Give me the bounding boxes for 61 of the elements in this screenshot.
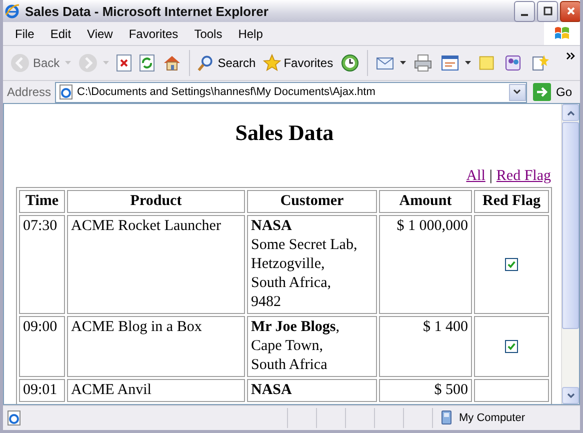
star-icon	[262, 54, 281, 72]
table-cell: $ 500	[379, 379, 472, 402]
table-cell: NASA Some Secret Lab, Hetzogville, South Africa, 9482	[247, 215, 377, 314]
refresh-icon	[138, 54, 155, 72]
table-cell: 09:00	[19, 316, 65, 377]
column-header: Customer	[247, 190, 377, 213]
sticky-note-icon	[478, 54, 496, 72]
minimize-icon	[521, 14, 528, 16]
window-title: Sales Data - Microsoft Internet Explorer	[25, 4, 270, 18]
dropdown-arrow-icon	[465, 61, 472, 65]
menu-item[interactable]: File	[7, 26, 42, 40]
close-icon	[566, 6, 576, 16]
chevron-up-icon	[566, 110, 574, 116]
menu-item[interactable]: Help	[230, 26, 271, 40]
dropdown-button[interactable]	[508, 84, 526, 100]
table-cell: $ 1 000,000	[379, 215, 472, 314]
table-cell: ACME Rocket Launcher	[67, 215, 245, 314]
table-cell: 09:01	[19, 379, 65, 402]
table-cell: 07:30	[19, 215, 65, 314]
stop-icon	[116, 54, 132, 72]
table-cell: ACME Anvil	[67, 379, 245, 402]
address-field[interactable]: C:\Documents and Settings\hannesf\My Documents\Ajax.htm	[55, 82, 527, 102]
page-heading: Sales Data	[234, 120, 335, 146]
security-zone: My Computer	[432, 408, 567, 428]
favorites-button[interactable]: Favorites	[260, 52, 336, 74]
dropdown-arrow-icon	[400, 61, 406, 65]
menu-item[interactable]: Favorites	[120, 26, 186, 40]
dropdown-arrow-icon	[102, 61, 109, 65]
chevron-down-icon	[513, 89, 522, 95]
scrollbar-thumb[interactable]	[562, 122, 579, 329]
close-button[interactable]	[560, 0, 580, 22]
filter-link[interactable]: All	[466, 168, 486, 184]
chevron-icon[interactable]	[566, 52, 576, 60]
table-cell: ACME Blog in a Box	[67, 316, 245, 377]
checkbox[interactable]	[505, 258, 518, 272]
house-icon	[162, 53, 182, 73]
filter-link[interactable]: Red Flag	[496, 168, 551, 184]
table-cell: NASA	[247, 379, 377, 402]
column-header: Red Flag	[474, 190, 549, 213]
address-label: Address	[6, 85, 52, 99]
table-cell: Mr Joe Blogs, Cape Town, South Africa	[247, 316, 377, 377]
go-button[interactable]: Go	[530, 83, 578, 101]
vertical-scrollbar[interactable]	[561, 104, 579, 404]
browser-logo-icon	[4, 3, 20, 19]
checkbox[interactable]	[505, 340, 518, 354]
search-button[interactable]: Search	[194, 52, 259, 74]
column-header: Amount	[379, 190, 472, 213]
column-header: Product	[67, 190, 245, 213]
menu-item[interactable]: View	[79, 26, 121, 40]
dropdown-arrow-icon	[64, 61, 71, 65]
table-cell: $ 1 400	[379, 316, 472, 377]
search-icon	[196, 54, 215, 72]
separator-text: |	[489, 168, 492, 184]
column-header: Time	[19, 190, 65, 213]
chevron-down-icon	[566, 392, 574, 398]
maximize-button[interactable]	[537, 0, 558, 22]
printer-icon	[413, 53, 434, 73]
menu-item[interactable]: Edit	[42, 26, 80, 40]
minimize-button[interactable]	[514, 0, 535, 22]
menu-item[interactable]: Tools	[186, 26, 230, 40]
maximize-icon	[542, 6, 552, 16]
